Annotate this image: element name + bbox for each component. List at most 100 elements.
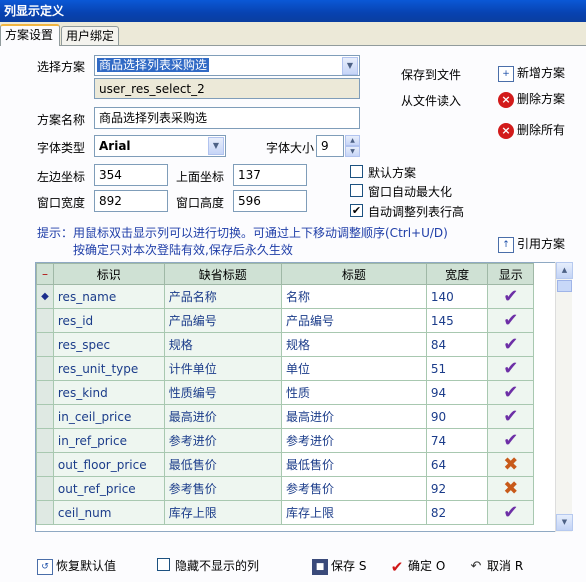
hide-hidden-checkbox[interactable] — [157, 558, 170, 571]
top-input[interactable]: 137 — [233, 164, 307, 186]
header-title[interactable]: 标题 — [280, 263, 427, 285]
ok-button[interactable]: ✔ 确定 O — [389, 557, 446, 575]
table-row[interactable]: res_id 产品编号 产品编号 145 ✔ — [36, 308, 555, 333]
cell-default-title[interactable]: 计件单位 — [163, 356, 282, 381]
table-row[interactable]: ceil_num 库存上限 库存上限 82 ✔ — [36, 500, 555, 525]
cell-title[interactable]: 库存上限 — [280, 500, 427, 525]
header-width[interactable]: 宽度 — [425, 263, 489, 285]
header-id[interactable]: 标识 — [52, 263, 165, 285]
row-indicator[interactable] — [36, 380, 54, 405]
table-row[interactable]: res_kind 性质编号 性质 94 ✔ — [36, 380, 555, 405]
chevron-down-icon[interactable]: ▼ — [342, 57, 358, 75]
scroll-thumb[interactable] — [557, 280, 572, 292]
cell-default-title[interactable]: 最高进价 — [163, 404, 282, 429]
row-indicator[interactable] — [36, 476, 54, 501]
row-indicator[interactable] — [36, 404, 54, 429]
cell-id[interactable]: in_ref_price — [52, 428, 165, 453]
font-select[interactable]: Arial ▼ — [94, 135, 226, 157]
chevron-down-icon[interactable]: ▼ — [208, 137, 224, 155]
cancel-button[interactable]: ↶ 取消 R — [468, 557, 524, 575]
tab-scheme-settings[interactable]: 方案设置 — [0, 24, 60, 46]
cell-id[interactable]: ceil_num — [52, 500, 165, 525]
table-row[interactable]: res_spec 规格 规格 84 ✔ — [36, 332, 555, 357]
save-button[interactable]: ■ 保存 S — [312, 557, 366, 575]
row-indicator[interactable] — [36, 452, 54, 477]
cell-show-toggle[interactable]: ✔ — [487, 332, 535, 357]
table-row[interactable]: in_ceil_price 最高进价 最高进价 90 ✔ — [36, 404, 555, 429]
table-row[interactable]: res_unit_type 计件单位 单位 51 ✔ — [36, 356, 555, 381]
cell-width[interactable]: 140 — [425, 284, 489, 309]
stepper-down-icon[interactable]: ▼ — [345, 146, 360, 157]
row-indicator[interactable] — [36, 428, 54, 453]
height-input[interactable]: 596 — [233, 190, 307, 212]
cell-show-toggle[interactable]: ✔ — [487, 284, 535, 309]
load-from-file-link[interactable]: 从文件读入 — [401, 92, 461, 109]
cell-id[interactable]: res_name — [52, 284, 165, 309]
cell-show-toggle[interactable]: ✔ — [487, 356, 535, 381]
cell-width[interactable]: 84 — [425, 332, 489, 357]
row-indicator[interactable] — [36, 332, 54, 357]
table-row[interactable]: in_ref_price 参考进价 参考进价 74 ✔ — [36, 428, 555, 453]
cell-default-title[interactable]: 最低售价 — [163, 452, 282, 477]
auto-max-checkbox[interactable] — [350, 184, 363, 197]
add-scheme-button[interactable]: + 新增方案 — [498, 64, 565, 82]
cell-default-title[interactable]: 规格 — [163, 332, 282, 357]
cell-show-toggle[interactable]: ✖ — [487, 476, 535, 501]
cell-width[interactable]: 51 — [425, 356, 489, 381]
grid-scrollbar[interactable]: ▲ ▼ — [555, 262, 573, 532]
delete-scheme-button[interactable]: × 删除方案 — [498, 90, 565, 108]
stepper-up-icon[interactable]: ▲ — [345, 135, 360, 146]
cell-id[interactable]: res_id — [52, 308, 165, 333]
table-row[interactable]: out_ref_price 参考售价 参考售价 92 ✖ — [36, 476, 555, 501]
scroll-up-icon[interactable]: ▲ — [556, 262, 573, 279]
header-default-title[interactable]: 缺省标题 — [163, 263, 282, 285]
column-grid[interactable]: – 标识 缺省标题 标题 宽度 显示 ◆ res_name 产品名称 名称 140 ✔ re… — [35, 262, 556, 532]
cell-width[interactable]: 74 — [425, 428, 489, 453]
cell-width[interactable]: 64 — [425, 452, 489, 477]
cell-show-toggle[interactable]: ✖ — [487, 452, 535, 477]
save-to-file-link[interactable]: 保存到文件 — [401, 66, 461, 83]
cell-width[interactable]: 94 — [425, 380, 489, 405]
cell-default-title[interactable]: 产品名称 — [163, 284, 282, 309]
cell-show-toggle[interactable]: ✔ — [487, 428, 535, 453]
cell-title[interactable]: 参考售价 — [280, 476, 427, 501]
scroll-down-icon[interactable]: ▼ — [556, 514, 573, 531]
ref-scheme-button[interactable]: ↑ 引用方案 — [498, 235, 565, 253]
delete-all-button[interactable]: × 删除所有 — [498, 121, 565, 139]
cell-width[interactable]: 145 — [425, 308, 489, 333]
cell-title[interactable]: 单位 — [280, 356, 427, 381]
cell-width[interactable]: 90 — [425, 404, 489, 429]
cell-title[interactable]: 性质 — [280, 380, 427, 405]
cell-default-title[interactable]: 产品编号 — [163, 308, 282, 333]
cell-show-toggle[interactable]: ✔ — [487, 308, 535, 333]
cell-width[interactable]: 92 — [425, 476, 489, 501]
cell-title[interactable]: 规格 — [280, 332, 427, 357]
cell-show-toggle[interactable]: ✔ — [487, 404, 535, 429]
cell-id[interactable]: res_kind — [52, 380, 165, 405]
row-indicator[interactable] — [36, 500, 54, 525]
cell-id[interactable]: out_floor_price — [52, 452, 165, 477]
cell-title[interactable]: 产品编号 — [280, 308, 427, 333]
row-indicator[interactable]: ◆ — [36, 284, 54, 309]
scheme-name-input[interactable]: 商品选择列表采购选 — [94, 107, 360, 129]
cell-id[interactable]: res_spec — [52, 332, 165, 357]
tab-user-binding[interactable]: 用户绑定 — [61, 26, 119, 46]
header-show[interactable]: 显示 — [487, 263, 535, 285]
width-input[interactable]: 892 — [94, 190, 168, 212]
cell-show-toggle[interactable]: ✔ — [487, 500, 535, 525]
left-input[interactable]: 354 — [94, 164, 168, 186]
cell-default-title[interactable]: 库存上限 — [163, 500, 282, 525]
cell-id[interactable]: res_unit_type — [52, 356, 165, 381]
cell-title[interactable]: 最低售价 — [280, 452, 427, 477]
auto-row-height-checkbox[interactable]: ✔ — [350, 204, 363, 217]
table-row[interactable]: ◆ res_name 产品名称 名称 140 ✔ — [36, 284, 555, 309]
cell-id[interactable]: out_ref_price — [52, 476, 165, 501]
row-indicator[interactable] — [36, 308, 54, 333]
table-row[interactable]: out_floor_price 最低售价 最低售价 64 ✖ — [36, 452, 555, 477]
cell-default-title[interactable]: 参考售价 — [163, 476, 282, 501]
scheme-select[interactable]: 商品选择列表采购选 ▼ — [94, 55, 360, 76]
row-indicator[interactable] — [36, 356, 54, 381]
cell-title[interactable]: 参考进价 — [280, 428, 427, 453]
cell-default-title[interactable]: 性质编号 — [163, 380, 282, 405]
restore-default-button[interactable]: ↺ 恢复默认值 — [37, 557, 116, 575]
